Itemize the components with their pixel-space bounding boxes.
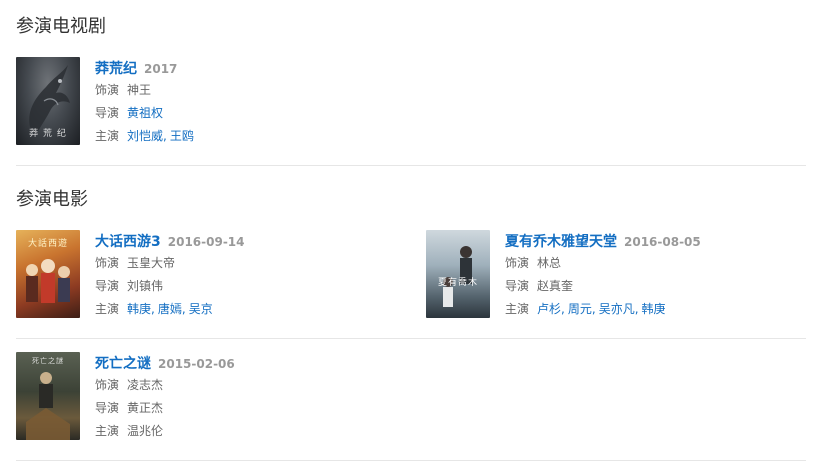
poster-image[interactable]: 死亡之謎 <box>16 352 80 440</box>
poster-image[interactable]: 大話西遊 <box>16 230 80 318</box>
role-value: 玉皇大帝 <box>127 256 176 270</box>
separator: , <box>181 302 186 316</box>
cast-link[interactable]: 唐嫣 <box>158 302 182 316</box>
cast-link[interactable]: 韩庚 <box>127 302 151 316</box>
role-label: 饰演 <box>95 83 120 97</box>
work-title-link[interactable]: 夏有乔木雅望天堂 <box>505 234 617 250</box>
work-title-link[interactable]: 莽荒纪 <box>95 61 137 77</box>
cast-link[interactable]: 刘恺威 <box>127 129 163 143</box>
couple-illustration <box>443 246 472 307</box>
separator: , <box>561 302 565 316</box>
cast-label: 主演 <box>95 129 120 143</box>
poster-image[interactable]: 夏有喬木 <box>426 230 490 318</box>
poster-logo-mark: 夏有喬木 <box>437 278 478 288</box>
role-label: 饰演 <box>95 378 120 392</box>
poster-logo-mark: 大話西遊 <box>27 239 68 249</box>
cast-row: 主演 温兆伦 <box>95 420 235 443</box>
role-value: 林总 <box>537 256 562 270</box>
separator: , <box>163 129 167 143</box>
cast-link[interactable]: 吴京 <box>189 302 213 316</box>
cast-row: 主演 韩庚, 唐嫣, 吴京 <box>95 298 245 321</box>
director-name: 刘镇伟 <box>127 279 164 293</box>
director-label: 导演 <box>95 279 120 293</box>
cast-link[interactable]: 王鸥 <box>170 129 194 143</box>
movie-card: 死亡之謎 死亡之谜 2015-02-06 饰演 凌志杰 导演 黄正杰 主演 温兆伦 <box>16 352 396 442</box>
work-title-link[interactable]: 大话西游3 <box>95 234 161 250</box>
director-row: 导演 黄祖权 <box>95 102 194 125</box>
release-year: 2017 <box>144 62 178 76</box>
divider <box>16 165 806 166</box>
cast-link[interactable]: 韩庚 <box>642 302 666 316</box>
separator: , <box>634 302 639 316</box>
cast-name: 温兆伦 <box>127 424 164 438</box>
role-value: 神王 <box>127 83 152 97</box>
director-row: 导演 赵真奎 <box>505 275 701 298</box>
role-row: 饰演 林总 <box>505 252 701 275</box>
cast-link[interactable]: 吴亦凡 <box>599 302 635 316</box>
work-title-link[interactable]: 死亡之谜 <box>95 356 151 372</box>
cast-label: 主演 <box>95 424 120 438</box>
separator: , <box>591 302 596 316</box>
poster-logo-mark: 死亡之謎 <box>32 357 64 365</box>
role-value: 凌志杰 <box>127 378 164 392</box>
director-label: 导演 <box>95 401 120 415</box>
cast-row: 主演 卢杉, 周元, 吴亦凡, 韩庚 <box>505 298 701 321</box>
cast-link[interactable]: 卢杉 <box>537 302 561 316</box>
tv-card: 莽 荒 纪 莽荒纪 2017 饰演 神王 导演 黄祖权 主演 刘恺威, 王鸥 <box>16 57 396 147</box>
role-label: 饰演 <box>505 256 530 270</box>
tv-section-title: 参演电视剧 <box>16 16 106 37</box>
movie-card: 夏有喬木 夏有乔木雅望天堂 2016-08-05 饰演 林总 导演 赵真奎 主演 卢杉,… <box>426 230 806 320</box>
divider <box>16 460 806 461</box>
cast-label: 主演 <box>95 302 120 316</box>
release-date: 2016-08-05 <box>624 235 701 249</box>
role-label: 饰演 <box>95 256 120 270</box>
director-label: 导演 <box>95 106 120 120</box>
cast-link[interactable]: 周元 <box>568 302 592 316</box>
director-name: 黄正杰 <box>127 401 164 415</box>
movie-card: 大話西遊 大话西游3 2016-09-14 饰演 玉皇大帝 导演 刘镇伟 主演 韩庚, 唐… <box>16 230 396 320</box>
role-row: 饰演 神王 <box>95 79 194 102</box>
divider <box>16 338 806 339</box>
director-link[interactable]: 黄祖权 <box>127 106 163 120</box>
director-label: 导演 <box>505 279 530 293</box>
director-name: 赵真奎 <box>537 279 574 293</box>
release-date: 2016-09-14 <box>167 235 245 249</box>
cast-row: 主演 刘恺威, 王鸥 <box>95 125 194 148</box>
movie-section-title: 参演电影 <box>16 189 88 210</box>
separator: , <box>151 302 155 316</box>
cast-label: 主演 <box>505 302 530 316</box>
release-date: 2015-02-06 <box>158 357 235 371</box>
director-row: 导演 黄正杰 <box>95 397 235 420</box>
director-row: 导演 刘镇伟 <box>95 275 245 298</box>
role-row: 饰演 凌志杰 <box>95 374 235 397</box>
poster-image[interactable]: 莽 荒 纪 <box>16 57 80 145</box>
poster-logo-mark: 莽 荒 纪 <box>29 129 67 139</box>
role-row: 饰演 玉皇大帝 <box>95 252 245 275</box>
